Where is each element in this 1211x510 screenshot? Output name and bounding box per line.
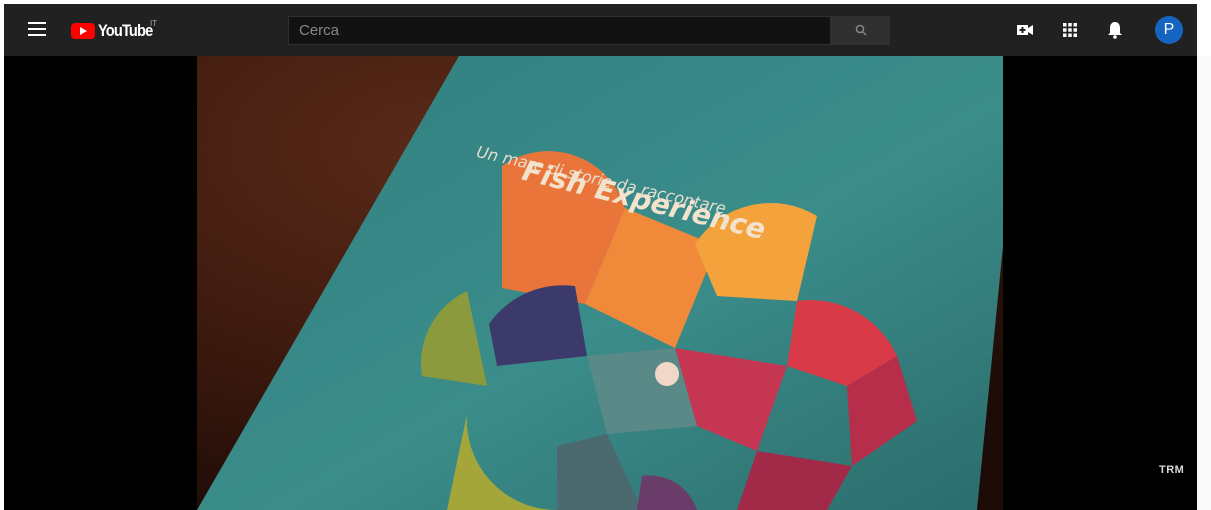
apps-grid-icon[interactable] <box>1060 20 1080 40</box>
search-input[interactable] <box>289 17 830 44</box>
create-video-icon[interactable] <box>1015 20 1035 40</box>
app-window: YouTube IT P <box>4 4 1197 510</box>
video-player[interactable]: Un mare di storie da raccontare Fish Exp… <box>4 56 1197 510</box>
masthead: YouTube IT P <box>4 4 1197 56</box>
logo-text: YouTube <box>98 21 153 40</box>
account-avatar[interactable]: P <box>1155 16 1183 44</box>
search-box <box>288 16 831 45</box>
search-button[interactable] <box>831 16 890 45</box>
channel-watermark[interactable]: TRM <box>1159 464 1184 476</box>
video-frame[interactable]: Un mare di storie da raccontare Fish Exp… <box>197 56 1003 510</box>
video-picture <box>197 56 1003 510</box>
menu-icon[interactable] <box>28 22 46 38</box>
notifications-bell-icon[interactable] <box>1105 20 1125 40</box>
youtube-play-icon <box>71 23 95 39</box>
country-code: IT <box>150 19 158 28</box>
search-icon <box>855 24 867 36</box>
page-background-strip <box>1197 56 1211 510</box>
youtube-logo[interactable]: YouTube IT <box>71 19 161 40</box>
